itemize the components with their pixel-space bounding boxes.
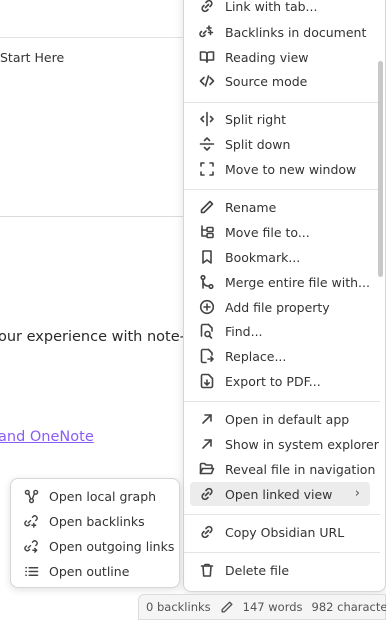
submenu-item-open-backlinks[interactable]: Open backlinks (15, 509, 175, 533)
backlinks-icon (23, 513, 39, 529)
note-heading: Start Here (0, 50, 65, 65)
menu-item-export-pdf[interactable]: Export to PDF... (190, 369, 370, 393)
menu-scrollbar[interactable] (378, 61, 383, 277)
menu-item-backlinks-in-document[interactable]: Backlinks in document (190, 20, 370, 44)
arrow-up-right-icon (199, 436, 215, 452)
menu-item-show-system-explorer[interactable]: Show in system explorer (190, 432, 379, 456)
status-bar: 0 backlinks 147 words 982 characters (138, 594, 386, 620)
status-character-count: 982 characters (311, 600, 386, 614)
new-window-icon (199, 161, 215, 177)
status-word-count: 147 words (242, 600, 303, 614)
menu-item-reveal-in-navigation[interactable]: Reveal file in navigation (190, 457, 375, 481)
menu-item-bookmark[interactable]: Bookmark... (190, 245, 370, 269)
link-icon (199, 486, 215, 502)
arrow-up-right-icon (199, 411, 215, 427)
link-icon (199, 0, 215, 14)
replace-icon (199, 348, 215, 364)
submenu-item-open-outline[interactable]: Open outline (15, 559, 175, 583)
split-down-icon (199, 136, 215, 152)
file-search-icon (199, 323, 215, 339)
folder-tree-icon (199, 224, 215, 240)
menu-item-copy-obsidian-url[interactable]: Copy Obsidian URL (190, 520, 370, 544)
folder-open-icon (199, 461, 215, 477)
trash-icon (199, 562, 215, 578)
code-icon (199, 73, 215, 89)
menu-separator (184, 189, 380, 190)
menu-item-split-right[interactable]: Split right (190, 107, 370, 131)
merge-icon (199, 274, 215, 290)
note-link[interactable]: and OneNote (0, 429, 94, 445)
chevron-right-icon: › (354, 486, 360, 501)
bookmark-icon (199, 249, 215, 265)
book-open-icon (199, 49, 215, 65)
note-body-text: our experience with note- (0, 329, 185, 345)
plus-circle-icon (199, 299, 215, 315)
menu-item-source-mode[interactable]: Source mode (190, 69, 370, 93)
menu-item-replace[interactable]: Replace... (190, 344, 370, 368)
linked-view-submenu: Open local graph Open backlinks Open out… (10, 478, 180, 588)
menu-item-link-with-tab[interactable]: Link with tab... (190, 0, 370, 18)
menu-item-reading-view[interactable]: Reading view (190, 45, 370, 69)
menu-item-open-linked-view[interactable]: Open linked view › (190, 482, 370, 506)
menu-item-rename[interactable]: Rename (190, 195, 370, 219)
split-right-icon (199, 111, 215, 127)
note-divider (0, 216, 200, 217)
menu-item-split-down[interactable]: Split down (190, 132, 370, 156)
pencil-icon[interactable] (220, 600, 234, 614)
app-window: Start Here our experience with note- and… (0, 0, 386, 620)
submenu-item-open-outgoing-links[interactable]: Open outgoing links (15, 534, 175, 558)
menu-separator (184, 401, 380, 402)
menu-separator (184, 514, 380, 515)
backlinks-icon (199, 24, 215, 40)
menu-item-delete-file[interactable]: Delete file (190, 558, 370, 582)
submenu-item-open-local-graph[interactable]: Open local graph (15, 484, 175, 508)
menu-item-open-default-app[interactable]: Open in default app (190, 407, 370, 431)
file-context-menu: Link with tab... Backlinks in document R… (183, 0, 386, 592)
pencil-icon (199, 199, 215, 215)
menu-item-merge-file[interactable]: Merge entire file with... (190, 270, 370, 294)
menu-item-add-file-property[interactable]: Add file property (190, 295, 370, 319)
outgoing-links-icon (23, 538, 39, 554)
menu-separator (184, 552, 380, 553)
graph-icon (23, 488, 39, 504)
file-export-icon (199, 373, 215, 389)
menu-item-move-file-to[interactable]: Move file to... (190, 220, 370, 244)
menu-separator (184, 102, 380, 103)
list-icon (23, 563, 39, 579)
menu-item-move-to-new-window[interactable]: Move to new window (190, 157, 370, 181)
link-icon (199, 524, 215, 540)
status-backlinks[interactable]: 0 backlinks (146, 600, 211, 614)
menu-item-find[interactable]: Find... (190, 319, 370, 343)
